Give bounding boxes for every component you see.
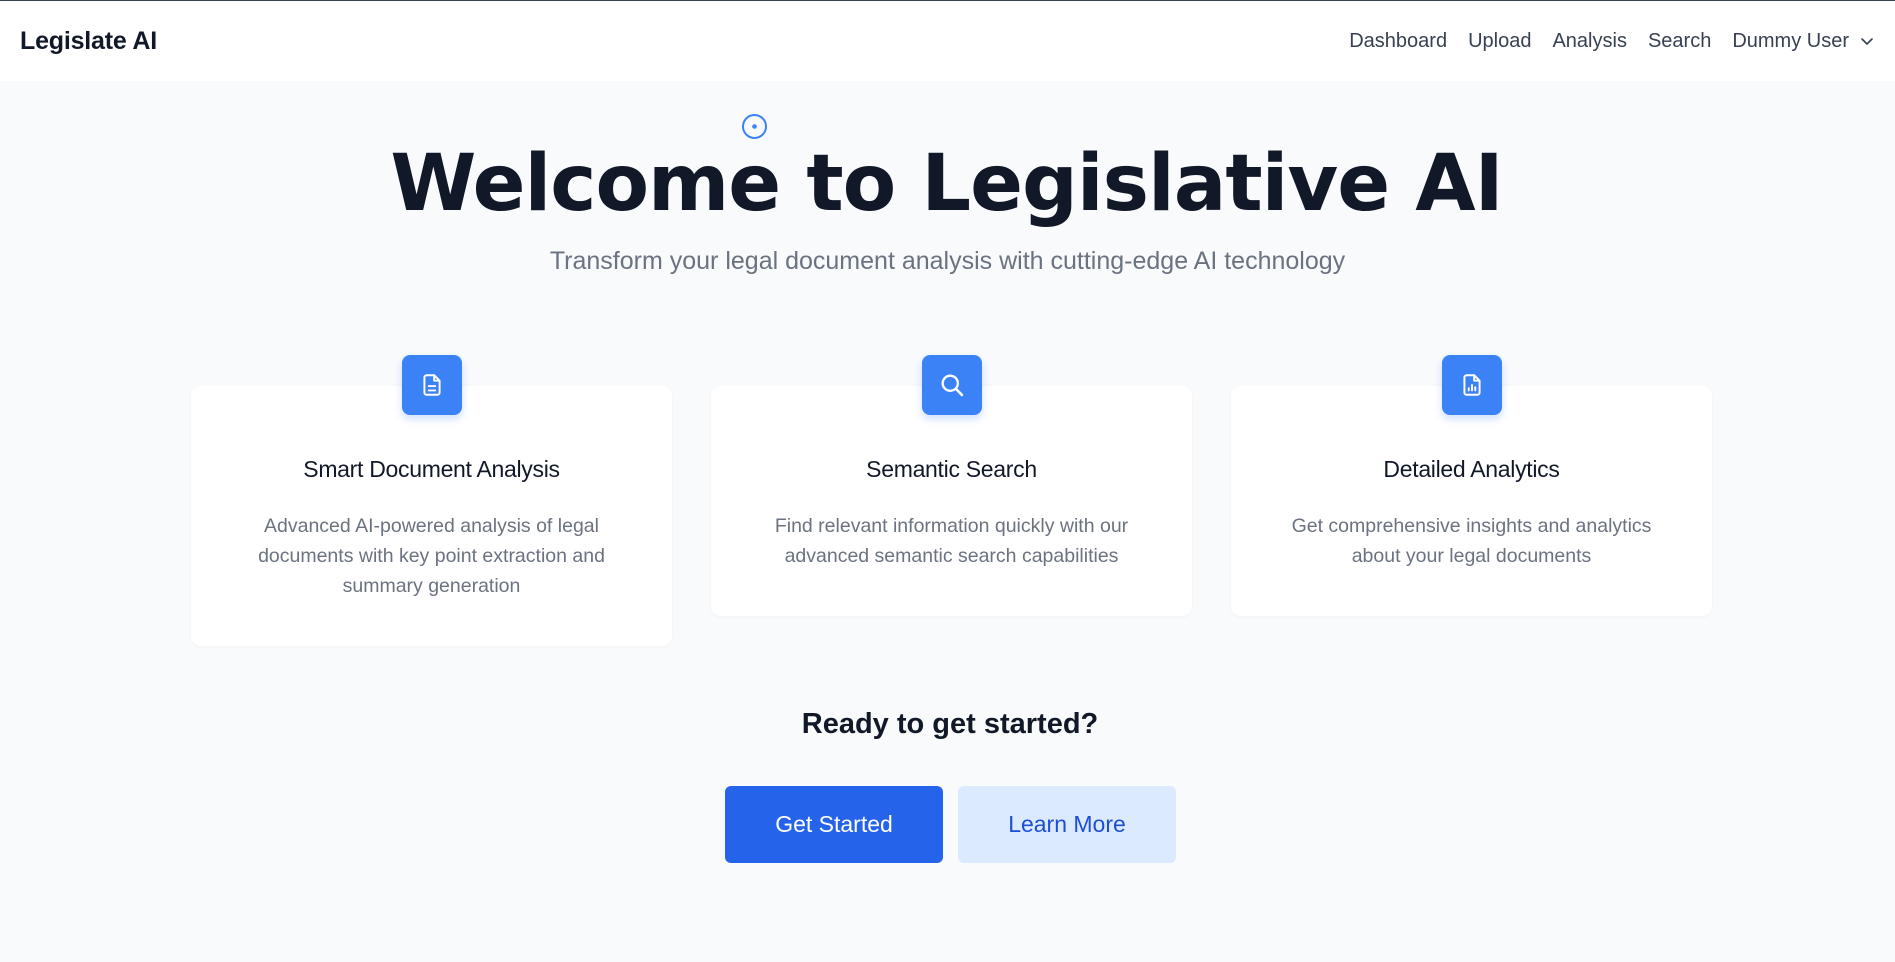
user-menu[interactable]: Dummy User (1732, 30, 1875, 53)
nav-dashboard[interactable]: Dashboard (1349, 30, 1447, 53)
analytics-icon (1441, 355, 1502, 415)
feature-card-document-analysis: Smart Document Analysis Advanced AI-powe… (191, 355, 672, 646)
nav-analysis[interactable]: Analysis (1552, 30, 1626, 53)
feature-card-semantic-search: Semantic Search Find relevant informatio… (711, 355, 1192, 616)
user-name: Dummy User (1732, 29, 1849, 52)
feature-title: Detailed Analytics (1383, 456, 1560, 482)
get-started-button[interactable]: Get Started (725, 786, 943, 863)
main-nav: Dashboard Upload Analysis Search Dummy U… (1328, 30, 1875, 53)
chevron-down-icon (1861, 38, 1873, 45)
feature-title: Smart Document Analysis (303, 456, 560, 482)
feature-title: Semantic Search (866, 456, 1037, 482)
search-icon (921, 355, 982, 415)
feature-description: Get comprehensive insights and analytics… (1291, 515, 1652, 567)
page-title: Welcome to Legislative AI (390, 139, 1503, 229)
target-icon (742, 114, 767, 139)
page-subtitle: Transform your legal document analysis w… (549, 247, 1346, 275)
feature-description: Advanced AI-powered analysis of legal do… (258, 515, 605, 597)
learn-more-button[interactable]: Learn More (958, 786, 1176, 863)
cta-title: Ready to get started? (801, 708, 1099, 740)
document-icon (401, 355, 462, 415)
feature-card-detailed-analytics: Detailed Analytics Get comprehensive ins… (1231, 355, 1712, 616)
brand-logo[interactable]: Legislate AI (20, 27, 157, 56)
feature-description: Find relevant information quickly with o… (774, 515, 1129, 567)
nav-upload[interactable]: Upload (1468, 30, 1531, 53)
navbar: Legislate AI Dashboard Upload Analysis S… (0, 1, 1895, 81)
nav-search[interactable]: Search (1648, 30, 1711, 53)
